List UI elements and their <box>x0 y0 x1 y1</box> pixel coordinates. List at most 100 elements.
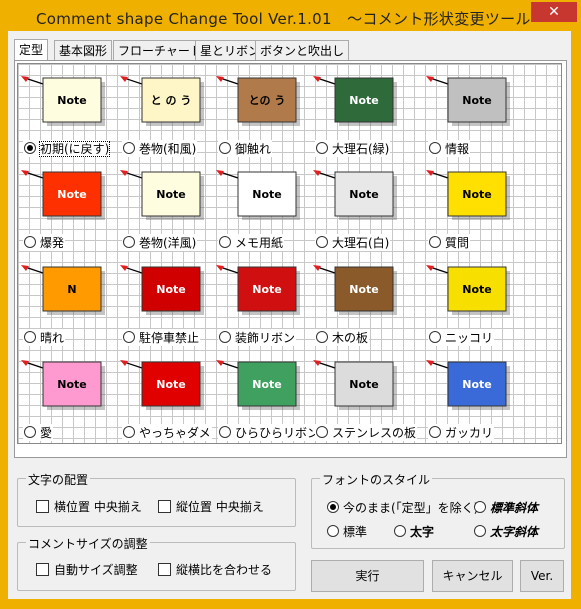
checkbox-box[interactable] <box>158 563 171 576</box>
shape-option[interactable]: Note メモ用紙 <box>214 164 314 260</box>
shape-radio[interactable]: 装飾リボン <box>218 329 297 346</box>
shape-radio[interactable]: 御触れ <box>218 140 273 157</box>
shape-option[interactable]: N 晴れ <box>19 259 119 355</box>
green-marble-shape: Note <box>333 76 403 130</box>
shape-note-text: Note <box>252 283 281 296</box>
auto-size-checkbox[interactable]: 自動サイズ調整 <box>36 561 138 578</box>
aspect-ratio-checkbox[interactable]: 縦横比を合わせる <box>158 561 272 578</box>
vertical-center-checkbox[interactable]: 縦位置 中央揃え <box>158 498 264 515</box>
radio-dot[interactable] <box>429 236 441 248</box>
run-button[interactable]: 実行 <box>311 560 424 592</box>
shape-label: 愛 <box>40 426 53 440</box>
radio-dot[interactable] <box>123 331 135 343</box>
shape-note-text: Note <box>57 188 86 201</box>
shape-radio[interactable]: 木の板 <box>315 329 370 346</box>
shape-note-text: Note <box>57 94 86 107</box>
radio-dot[interactable] <box>219 142 231 154</box>
shape-option[interactable]: Note 駐停車禁止 <box>118 259 218 355</box>
pentagon-wood-shape: との う <box>236 76 306 130</box>
font-standard-radio[interactable]: 標準 <box>327 523 367 540</box>
shape-note-text: Note <box>462 283 491 296</box>
radio-dot[interactable] <box>474 501 486 513</box>
shape-radio[interactable]: 巻物(洋風) <box>122 234 198 251</box>
tab-teikei[interactable]: 定型 <box>14 39 49 62</box>
radio-dot[interactable] <box>316 142 328 154</box>
shape-radio[interactable]: 巻物(和風) <box>122 140 198 157</box>
tab-flowchart[interactable]: フローチャート <box>113 40 207 61</box>
shape-radio[interactable]: やっちゃダメ <box>122 424 212 441</box>
shape-radio[interactable]: ガッカリ <box>428 424 495 441</box>
shape-note-text: Note <box>462 378 491 391</box>
shape-radio[interactable]: 愛 <box>23 424 54 441</box>
shape-note-text: N <box>67 283 76 296</box>
shape-option[interactable]: との う御触れ <box>214 70 314 166</box>
radio-dot[interactable] <box>394 525 406 537</box>
close-button[interactable]: ✕ <box>531 2 577 22</box>
checkbox-box[interactable] <box>36 563 49 576</box>
shape-option[interactable]: Note 情報 <box>424 70 524 166</box>
shape-radio[interactable]: 爆発 <box>23 234 66 251</box>
checkbox-box[interactable] <box>36 500 49 513</box>
shape-note-text: Note <box>252 188 281 201</box>
shape-radio[interactable]: 情報 <box>428 140 471 157</box>
radio-dot[interactable] <box>219 236 231 248</box>
shape-radio[interactable]: 初期(に戻す) <box>23 140 111 157</box>
radio-dot[interactable] <box>24 142 36 154</box>
shape-option[interactable]: Note 爆発 <box>19 164 119 260</box>
shape-option[interactable]: Note 装飾リボン <box>214 259 314 355</box>
shape-option[interactable]: Note 愛 <box>19 354 119 450</box>
shape-radio[interactable]: メモ用紙 <box>218 234 285 251</box>
radio-dot[interactable] <box>123 236 135 248</box>
radio-dot[interactable] <box>316 331 328 343</box>
radio-dot[interactable] <box>24 236 36 248</box>
radio-dot[interactable] <box>123 426 135 438</box>
shape-option[interactable]: Note 質問 <box>424 164 524 260</box>
shape-radio[interactable]: ステンレスの板 <box>315 424 418 441</box>
question-button-shape: Note <box>446 170 516 224</box>
radio-dot[interactable] <box>327 525 339 537</box>
font-bold-radio[interactable]: 太字 <box>394 523 434 540</box>
radio-dot[interactable] <box>219 331 231 343</box>
font-italic-radio[interactable]: 標準斜体 <box>474 499 538 516</box>
version-button[interactable]: Ver. <box>520 560 564 592</box>
radio-dot[interactable] <box>429 331 441 343</box>
tab-buttons-callouts[interactable]: ボタンと吹出し <box>255 40 350 61</box>
shape-option[interactable]: Note 木の板 <box>311 259 411 355</box>
shape-radio[interactable]: 駐停車禁止 <box>122 329 201 346</box>
cancel-button[interactable]: キャンセル <box>432 560 513 592</box>
shape-radio[interactable]: ひらひらリボン <box>218 424 321 441</box>
font-bold-italic-radio[interactable]: 太字斜体 <box>474 523 538 540</box>
shape-option[interactable]: Note やっちゃダメ <box>118 354 218 450</box>
shape-radio[interactable]: 大理石(白) <box>315 234 391 251</box>
radio-dot[interactable] <box>316 426 328 438</box>
shape-radio[interactable]: 大理石(緑) <box>315 140 391 157</box>
radio-dot[interactable] <box>123 142 135 154</box>
radio-dot[interactable] <box>429 142 441 154</box>
radio-dot[interactable] <box>316 236 328 248</box>
radio-dot[interactable] <box>429 426 441 438</box>
radio-dot[interactable] <box>474 525 486 537</box>
shape-option[interactable]: と の う巻物(和風) <box>118 70 218 166</box>
shape-note-text: と の う <box>151 94 192 107</box>
title-bar[interactable]: Comment shape Change Tool Ver.1.01 ～コメント… <box>1 1 580 31</box>
folded-corner-shape: Note <box>236 170 306 224</box>
horizontal-center-checkbox[interactable]: 横位置 中央揃え <box>36 498 142 515</box>
tab-basic-shapes[interactable]: 基本図形 <box>54 40 113 61</box>
radio-dot[interactable] <box>24 426 36 438</box>
font-keep-radio[interactable]: 今のまま(「定型」を除く) <box>327 499 478 516</box>
radio-dot[interactable] <box>24 331 36 343</box>
shape-option[interactable]: Note ニッコリ <box>424 259 524 355</box>
shape-option[interactable]: Note 大理石(緑) <box>311 70 411 166</box>
shape-option[interactable]: Note 初期(に戻す) <box>19 70 119 166</box>
shape-option[interactable]: Note 大理石(白) <box>311 164 411 260</box>
shape-option[interactable]: Note ステンレスの板 <box>311 354 418 450</box>
shape-option[interactable]: Note ガッカリ <box>424 354 524 450</box>
checkbox-box[interactable] <box>158 500 171 513</box>
radio-dot[interactable] <box>327 501 339 513</box>
shape-option[interactable]: Note 巻物(洋風) <box>118 164 218 260</box>
shape-radio[interactable]: 晴れ <box>23 329 66 346</box>
shape-option[interactable]: Note ひらひらリボン <box>214 354 321 450</box>
shape-radio[interactable]: 質問 <box>428 234 471 251</box>
shape-radio[interactable]: ニッコリ <box>428 329 495 346</box>
radio-dot[interactable] <box>219 426 231 438</box>
